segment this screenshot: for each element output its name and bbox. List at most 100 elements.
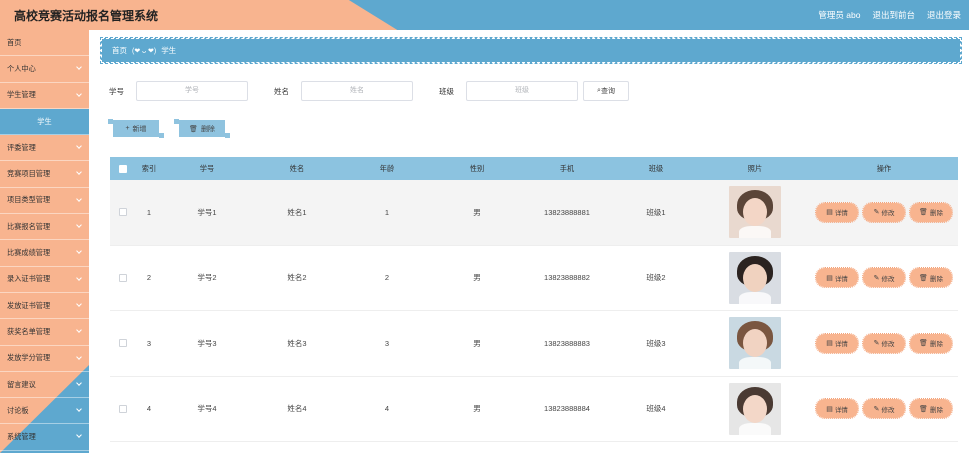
cell-student-no: 学号1 xyxy=(197,207,217,217)
table-header: 索引 学号 姓名 年龄 性别 手机 班级 照片 操作 xyxy=(110,157,958,180)
add-button-label: 新增 xyxy=(132,125,147,133)
row-delete-button[interactable]: 🗑 删除 xyxy=(909,398,953,420)
row-select-cell xyxy=(110,404,136,413)
sidebar-item-3[interactable]: 学生 xyxy=(0,108,89,136)
student-no-input[interactable]: 学号 xyxy=(136,81,248,101)
trash-icon: 🗑 xyxy=(919,209,928,217)
breadcrumb-home[interactable]: 首页 xyxy=(112,45,127,56)
cell-index: 2 xyxy=(146,273,152,283)
row-delete-label: 删除 xyxy=(929,275,943,283)
row-checkbox[interactable] xyxy=(119,273,127,282)
exit-to-front-link[interactable]: 退出到前台 xyxy=(872,9,915,21)
row-delete-button[interactable]: 🗑 删除 xyxy=(909,201,953,223)
student-photo[interactable] xyxy=(729,186,781,239)
cell-photo xyxy=(700,382,810,435)
row-delete-label: 删除 xyxy=(929,210,943,218)
logout-link[interactable]: 退出登录 xyxy=(927,9,961,21)
sidebar-item-7[interactable]: 比赛报名管理 xyxy=(0,214,89,241)
cell-actions: ▤ 详情 ✎ 修改 🗑 删除 xyxy=(810,267,958,289)
cell-age: 1 xyxy=(384,207,390,217)
row-delete-label: 删除 xyxy=(929,341,943,349)
chevron-down-icon xyxy=(76,169,82,176)
detail-button[interactable]: ▤ 详情 xyxy=(815,267,859,289)
sidebar-item-4[interactable]: 评委管理 xyxy=(0,135,89,162)
table-row: 1 学号1 姓名1 1 男 13823888881 班级1 ▤ 详情 ✎ 修改 🗑 删除 xyxy=(110,180,958,246)
sidebar-item-10[interactable]: 发放证书管理 xyxy=(0,293,89,320)
row-delete-button[interactable]: 🗑 删除 xyxy=(909,267,953,289)
cell-name: 姓名4 xyxy=(287,404,307,414)
cell-actions: ▤ 详情 ✎ 修改 🗑 删除 xyxy=(810,398,958,420)
pencil-icon: ✎ xyxy=(873,340,880,348)
sidebar-item-label: 竞赛项目管理 xyxy=(7,169,51,179)
cell-name: 姓名2 xyxy=(287,273,307,283)
breadcrumb: 首页 (❤ ᴗ ❤) 学生 xyxy=(100,37,962,64)
trash-icon: 🗑 xyxy=(919,405,928,413)
sidebar-item-14[interactable]: 讨论板 xyxy=(0,398,89,425)
row-checkbox[interactable] xyxy=(119,339,127,348)
trash-icon: 🗑 xyxy=(919,274,928,282)
name-input[interactable]: 姓名 xyxy=(301,81,413,101)
table-row: 4 学号4 姓名4 4 男 13823888884 班级4 ▤ 详情 ✎ 修改 🗑 删除 xyxy=(110,377,958,442)
sidebar-item-label: 学生 xyxy=(37,116,52,126)
cell-actions: ▤ 详情 ✎ 修改 🗑 删除 xyxy=(810,201,958,223)
select-all-checkbox[interactable] xyxy=(119,164,127,173)
sidebar-item-label: 留言建议 xyxy=(7,379,36,389)
sidebar-item-label: 项目类型管理 xyxy=(7,195,51,205)
document-icon: ▤ xyxy=(826,274,833,282)
cell-name: 姓名1 xyxy=(287,207,307,217)
cell-student-no: 学号4 xyxy=(197,404,217,414)
detail-label: 详情 xyxy=(834,406,848,414)
cell-actions: ▤ 详情 ✎ 修改 🗑 删除 xyxy=(810,332,958,354)
delete-button-label: 删除 xyxy=(200,125,215,133)
chevron-down-icon xyxy=(76,222,82,228)
breadcrumb-current: 学生 xyxy=(161,46,177,55)
sidebar-item-5[interactable]: 竞赛项目管理 xyxy=(0,161,89,188)
sidebar-item-8[interactable]: 比赛成绩管理 xyxy=(0,240,89,267)
row-checkbox[interactable] xyxy=(119,404,127,413)
edit-button[interactable]: ✎ 修改 xyxy=(862,201,906,223)
detail-button[interactable]: ▤ 详情 xyxy=(815,201,859,223)
edit-button[interactable]: ✎ 修改 xyxy=(862,398,906,420)
sidebar-item-0[interactable]: 首页 xyxy=(0,30,89,57)
detail-button[interactable]: ▤ 详情 xyxy=(815,332,859,354)
chevron-down-icon xyxy=(76,248,82,255)
top-header: 高校竞赛活动报名管理系统 管理员 abo 退出到前台 退出登录 xyxy=(0,0,969,30)
sidebar-item-11[interactable]: 获奖名单管理 xyxy=(0,319,89,346)
cell-photo xyxy=(700,317,810,370)
sidebar-item-label: 讨论板 xyxy=(7,405,29,415)
trash-icon: 🗑 xyxy=(189,125,198,133)
delete-button[interactable]: 🗑 删除 xyxy=(174,119,230,138)
edit-button[interactable]: ✎ 修改 xyxy=(862,267,906,289)
student-photo[interactable] xyxy=(729,251,781,304)
chevron-down-icon xyxy=(76,432,82,439)
col-age: 年龄 xyxy=(379,163,395,173)
col-name: 姓名 xyxy=(289,163,305,173)
sidebar-item-12[interactable]: 发放学分管理 xyxy=(0,346,89,372)
student-photo[interactable] xyxy=(729,382,781,435)
cell-index: 3 xyxy=(146,338,152,348)
breadcrumb-separator: (❤ ᴗ ❤) xyxy=(132,47,157,55)
cell-age: 4 xyxy=(384,404,390,414)
cell-name: 姓名3 xyxy=(287,338,307,348)
sidebar-item-15[interactable]: 系统管理 xyxy=(0,424,89,451)
chevron-down-icon xyxy=(76,301,82,307)
sidebar-item-label: 录入证书管理 xyxy=(7,274,51,284)
sidebar-item-label: 比赛报名管理 xyxy=(7,221,51,231)
row-checkbox[interactable] xyxy=(119,208,127,217)
detail-button[interactable]: ▤ 详情 xyxy=(815,398,859,420)
sidebar-item-2[interactable]: 学生管理 xyxy=(0,83,89,109)
sidebar-item-9[interactable]: 录入证书管理 xyxy=(0,267,89,293)
search-button[interactable]: ⌕ 查询 xyxy=(583,81,629,101)
cell-phone: 13823888881 xyxy=(544,207,590,217)
trash-icon: 🗑 xyxy=(919,340,928,348)
sidebar-item-13[interactable]: 留言建议 xyxy=(0,372,89,399)
sidebar-item-6[interactable]: 项目类型管理 xyxy=(0,188,89,215)
student-table: 索引 学号 姓名 年龄 性别 手机 班级 照片 操作 1 学号1 姓名1 1 男 1382… xyxy=(110,157,958,442)
row-delete-button[interactable]: 🗑 删除 xyxy=(909,332,953,354)
sidebar-item-1[interactable]: 个人中心 xyxy=(0,56,89,83)
edit-button[interactable]: ✎ 修改 xyxy=(862,332,906,354)
student-photo[interactable] xyxy=(729,317,781,370)
class-input[interactable]: 班级 xyxy=(466,81,578,101)
add-button[interactable]: + 新增 xyxy=(108,119,164,138)
document-icon: ▤ xyxy=(826,405,833,413)
